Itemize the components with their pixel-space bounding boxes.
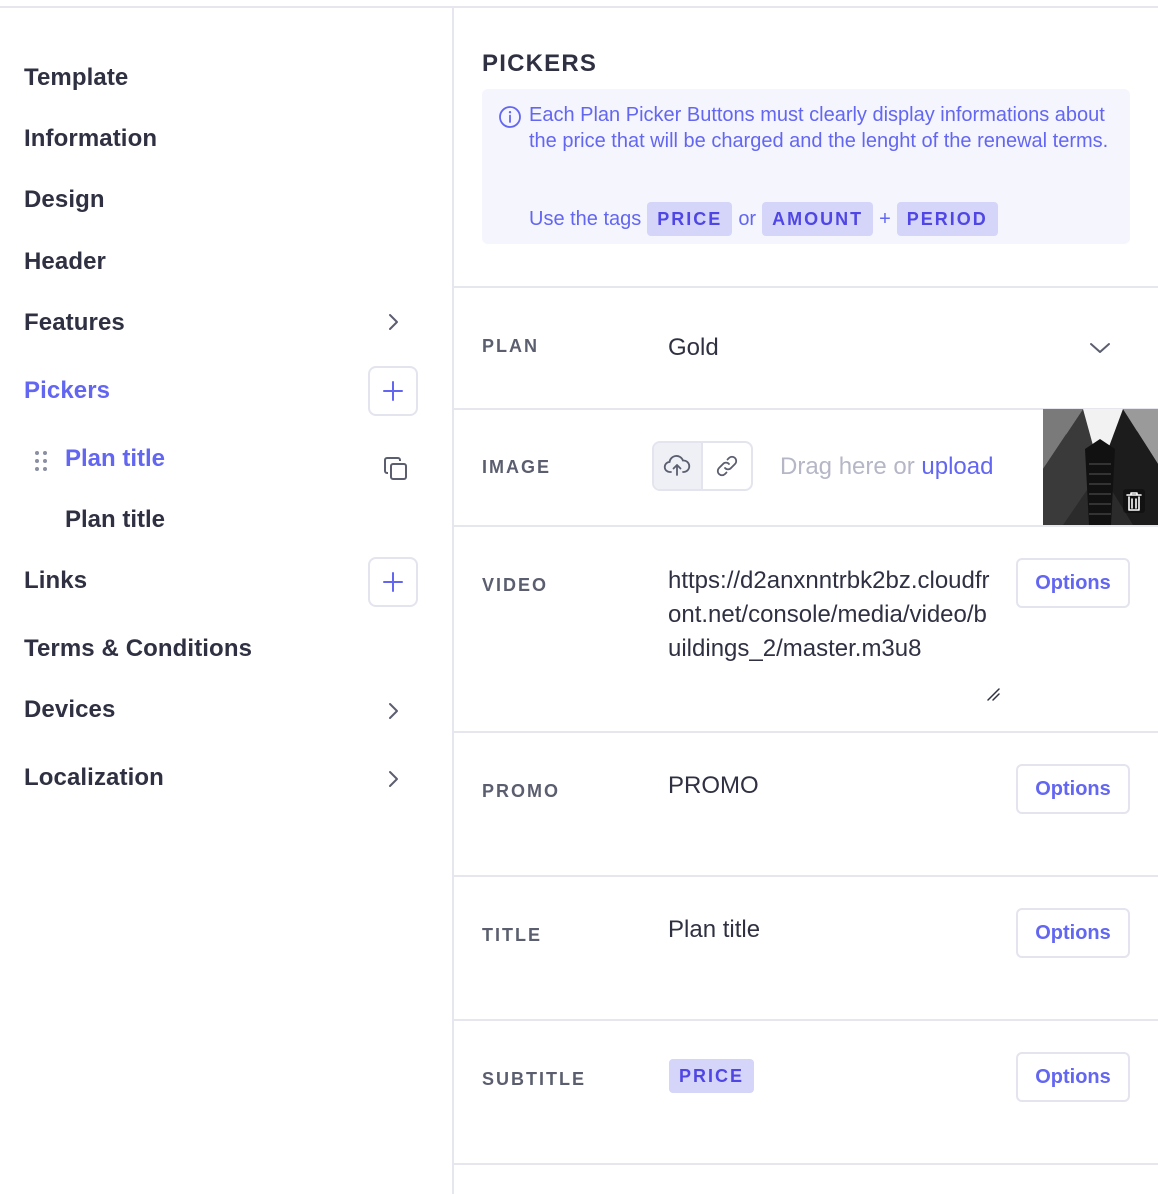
- sidebar-item-localization[interactable]: Localization: [24, 764, 164, 792]
- sidebar-item-links[interactable]: Links: [24, 567, 87, 595]
- tags-or: or: [738, 207, 757, 230]
- subtitle-options-button[interactable]: Options: [1016, 1052, 1130, 1102]
- promo-options-button[interactable]: Options: [1016, 764, 1130, 814]
- row-divider: [454, 525, 1158, 527]
- plus-icon: [383, 381, 403, 401]
- row-divider: [454, 286, 1158, 288]
- sidebar-item-design[interactable]: Design: [24, 186, 105, 214]
- drag-handle-icon[interactable]: [33, 449, 49, 473]
- sidebar-item-header[interactable]: Header: [24, 248, 106, 276]
- info-icon: [498, 105, 522, 129]
- video-label: VIDEO: [482, 575, 549, 595]
- link-icon: [716, 455, 737, 477]
- subtitle-tag-price[interactable]: PRICE: [669, 1059, 755, 1093]
- trash-icon[interactable]: [1123, 489, 1145, 513]
- pickers-panel: PICKERS Each Plan Picker Buttons must cl…: [454, 8, 1158, 1194]
- sidebar-item-features[interactable]: Features: [24, 309, 125, 337]
- upload-link[interactable]: upload: [921, 453, 993, 480]
- title-options-button[interactable]: Options: [1016, 908, 1130, 958]
- resize-handle-icon[interactable]: [986, 687, 1000, 701]
- image-label: IMAGE: [482, 457, 552, 477]
- drag-hint: Drag here or: [780, 453, 915, 480]
- chevron-right-icon[interactable]: [384, 313, 402, 331]
- video-url-textarea[interactable]: https://d2anxnntrbk2bz.cloudfront.net/co…: [668, 564, 998, 666]
- tags-prefix: Use the tags: [529, 207, 642, 230]
- tag-amount: AMOUNT: [762, 202, 874, 236]
- promo-input[interactable]: PROMO: [668, 772, 759, 800]
- title-label: TITLE: [482, 925, 542, 945]
- sidebar-item-devices[interactable]: Devices: [24, 696, 115, 724]
- sidebar-item-information[interactable]: Information: [24, 125, 157, 153]
- tags-hint: Use the tags PRICE or AMOUNT + PERIOD: [529, 202, 1004, 236]
- chevron-down-icon[interactable]: [1087, 339, 1113, 357]
- info-message: Each Plan Picker Buttons must clearly di…: [529, 104, 1109, 152]
- tags-plus: +: [879, 207, 891, 230]
- plus-icon: [383, 572, 403, 592]
- chevron-right-icon[interactable]: [384, 702, 402, 720]
- upload-cloud-icon: [664, 455, 691, 476]
- chevron-right-icon[interactable]: [384, 770, 402, 788]
- section-title: PICKERS: [482, 50, 598, 77]
- plan-select-value[interactable]: Gold: [668, 334, 719, 362]
- info-notice: Each Plan Picker Buttons must clearly di…: [482, 89, 1130, 244]
- title-input[interactable]: Plan title: [668, 916, 760, 944]
- video-options-button[interactable]: Options: [1016, 558, 1130, 608]
- plan-label: PLAN: [482, 336, 539, 356]
- duplicate-icon[interactable]: [382, 455, 410, 483]
- sidebar-item-pickers[interactable]: Pickers: [24, 377, 110, 405]
- sidebar-item-template[interactable]: Template: [24, 64, 128, 92]
- sidebar-subitem-plan-title[interactable]: Plan title: [65, 506, 165, 534]
- row-divider: [454, 1019, 1158, 1021]
- add-link-button[interactable]: [368, 557, 418, 607]
- image-thumbnail: [1043, 409, 1158, 525]
- subtitle-label: SUBTITLE: [482, 1069, 586, 1089]
- upload-cloud-button[interactable]: [654, 443, 703, 489]
- image-dropzone[interactable]: Drag here or upload: [780, 453, 993, 481]
- promo-label: PROMO: [482, 781, 561, 801]
- tag-price: PRICE: [647, 202, 733, 236]
- link-url-button[interactable]: [703, 443, 752, 489]
- row-divider: [454, 1163, 1158, 1165]
- sidebar-item-terms[interactable]: Terms & Conditions: [24, 635, 252, 663]
- row-divider: [454, 731, 1158, 733]
- sidebar-nav: Template Information Design Header Featu…: [0, 8, 452, 1194]
- image-source-toggle: [652, 441, 753, 491]
- tag-period: PERIOD: [896, 202, 998, 236]
- add-picker-button[interactable]: [368, 366, 418, 416]
- row-divider: [454, 875, 1158, 877]
- sidebar-subitem-plan-title-active[interactable]: Plan title: [65, 445, 165, 473]
